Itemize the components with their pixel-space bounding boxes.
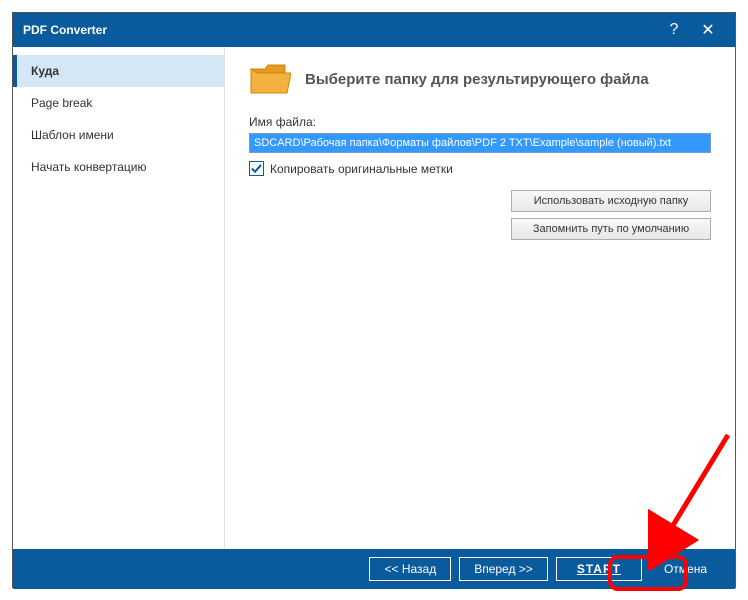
sidebar-item-destination[interactable]: Куда [13,55,224,87]
sidebar-item-page-break[interactable]: Page break [13,87,224,119]
folder-icon [249,61,291,97]
titlebar: PDF Converter ? ✕ [13,13,735,47]
page-heading: Выберите папку для результирующего файла [305,71,649,88]
help-button[interactable]: ? [657,13,691,47]
check-icon [251,163,262,174]
sidebar-item-label: Шаблон имени [31,128,114,142]
copy-tags-label: Копировать оригинальные метки [270,162,453,176]
checkbox-row: Копировать оригинальные метки [249,161,711,176]
use-source-folder-button[interactable]: Использовать исходную папку [511,190,711,212]
sidebar-item-label: Page break [31,96,92,110]
sidebar-item-name-template[interactable]: Шаблон имени [13,119,224,151]
button-column: Использовать исходную папку Запомнить пу… [249,190,711,240]
filename-input[interactable] [249,133,711,153]
filename-label: Имя файла: [249,115,711,129]
body: Куда Page break Шаблон имени Начать конв… [13,47,735,549]
sidebar-item-label: Куда [31,64,59,78]
start-button[interactable]: START [556,557,642,581]
sidebar: Куда Page break Шаблон имени Начать конв… [13,47,225,549]
window-title: PDF Converter [23,23,657,37]
page-header: Выберите папку для результирующего файла [249,61,711,97]
window: PDF Converter ? ✕ Куда Page break Шаблон… [12,12,736,588]
back-button[interactable]: << Назад [369,557,451,581]
cancel-button[interactable]: Отмена [650,557,721,581]
copy-tags-checkbox[interactable] [249,161,264,176]
main-panel: Выберите папку для результирующего файла… [225,47,735,549]
footer: << Назад Вперед >> START Отмена [13,549,735,589]
sidebar-item-label: Начать конвертацию [31,160,146,174]
next-button[interactable]: Вперед >> [459,557,548,581]
close-button[interactable]: ✕ [691,13,725,47]
remember-default-path-button[interactable]: Запомнить путь по умолчанию [511,218,711,240]
sidebar-item-start-conversion[interactable]: Начать конвертацию [13,151,224,183]
